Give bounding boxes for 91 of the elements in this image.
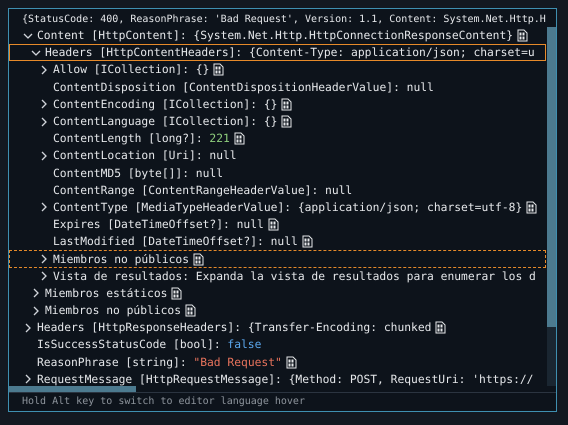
property-name: Miembros estáticos: [45, 286, 168, 300]
property-value: false: [227, 338, 262, 352]
binary-document-icon[interactable]: [281, 98, 292, 111]
horizontal-scrollbar-thumb[interactable]: [9, 386, 136, 392]
chevron-icon[interactable]: [23, 322, 33, 333]
property-value: null: [325, 184, 352, 197]
chevron-icon[interactable]: [39, 64, 49, 75]
chevron-icon[interactable]: [31, 288, 41, 298]
tree-row[interactable]: RequestMessage [HttpRequestMessage]: {Method: POST, RequestUri: 'https://: [9, 370, 546, 386]
binary-document-icon[interactable]: [435, 321, 446, 334]
property-name: ContentRange [ContentRangeHeaderValue]:: [53, 184, 318, 197]
tree-row[interactable]: Miembros estáticos: [9, 284, 546, 302]
tree-row[interactable]: ContentType [MediaTypeHeaderValue]: {application/json; charset=utf-8}: [9, 198, 546, 216]
chevron-icon[interactable]: [31, 306, 41, 316]
tree-row[interactable]: Miembros no públicos: [9, 250, 546, 268]
property-name: RequestMessage [HttpRequestMessage]:: [37, 372, 282, 386]
property-name: ContentEncoding [ICollection]:: [53, 98, 258, 111]
property-name: ContentLength [long?]:: [53, 132, 203, 146]
property-name: ContentDisposition [ContentDispositionHeaderValue]:: [53, 80, 400, 94]
property-value: null: [406, 80, 434, 94]
tree-row[interactable]: ContentLanguage [ICollection]: {}: [9, 112, 546, 130]
chevron-icon[interactable]: [23, 30, 33, 41]
chevron-icon[interactable]: [39, 150, 49, 161]
binary-document-icon[interactable]: [213, 63, 224, 76]
tree-row[interactable]: ContentMD5 [byte[]]: null: [9, 164, 546, 182]
property-name: Miembros no públicos: [53, 252, 190, 266]
scrollbar-thumb[interactable]: [547, 27, 556, 327]
binary-document-icon[interactable]: [302, 235, 313, 248]
property-name: Headers [HttpResponseHeaders]:: [37, 321, 242, 334]
binary-document-icon[interactable]: [171, 286, 182, 300]
binary-document-icon[interactable]: [193, 252, 204, 266]
binary-document-icon[interactable]: [286, 356, 297, 369]
tree-row[interactable]: Content [HttpContent]: {System.Net.Http.HttpConnectionResponseContent}: [9, 27, 546, 44]
tree-row[interactable]: Vista de resultados: Expanda la vista de resultados para enumerar los d: [9, 268, 546, 285]
property-name: Allow [ICollection]:: [53, 63, 190, 76]
property-value: "Bad Request": [193, 356, 282, 369]
tree-row[interactable]: Miembros no públicos: [9, 302, 546, 320]
vertical-scrollbar[interactable]: [547, 27, 556, 386]
summary-text: {StatusCode: 400, ReasonPhrase: 'Bad Request', Version: 1.1, Content: System.Net.Http.H: [21, 13, 547, 27]
property-value: {System.Net.Http.HttpConnectionResponseContent}: [193, 29, 514, 42]
chevron-icon[interactable]: [23, 374, 33, 384]
property-name: ContentType [MediaTypeHeaderValue]:: [53, 200, 292, 214]
property-value: {Method: POST, RequestUri: 'https://: [288, 372, 534, 386]
tree-row[interactable]: LastModified [DateTimeOffset?]: null: [9, 233, 546, 250]
property-value: null: [236, 218, 264, 232]
property-name: Vista de resultados:: [53, 270, 190, 283]
property-value: {}: [196, 63, 210, 76]
property-name: Headers [HttpContentHeaders]:: [45, 46, 242, 60]
property-name: Miembros no públicos: [45, 304, 182, 318]
tree-row[interactable]: ContentRange [ContentRangeHeaderValue]: null: [9, 182, 546, 199]
property-name: Expires [DateTimeOffset?]:: [53, 218, 230, 232]
chevron-icon[interactable]: [39, 254, 49, 264]
tree-row[interactable]: ContentLocation [Uri]: null: [9, 147, 546, 164]
binary-document-icon[interactable]: [517, 29, 528, 42]
chevron-icon[interactable]: [39, 271, 49, 282]
property-name: ReasonPhrase [string]:: [37, 356, 187, 369]
property-name: LastModified [DateTimeOffset?]:: [53, 235, 264, 248]
binary-document-icon[interactable]: [281, 115, 292, 128]
property-value: {}: [264, 98, 278, 111]
property-name: Content [HttpContent]:: [37, 29, 187, 42]
tree-row[interactable]: Headers [HttpResponseHeaders]: {Transfer-Encoding: chunked: [9, 319, 546, 336]
tree-row[interactable]: ContentDisposition [ContentDispositionHeaderValue]: null: [9, 78, 546, 96]
property-value: null: [196, 166, 224, 180]
hover-hint: Hold Alt key to switch to editor language hover: [9, 392, 556, 411]
chevron-icon[interactable]: [39, 99, 49, 110]
binary-document-icon[interactable]: [185, 304, 196, 318]
property-value: Expanda la vista de resultados para enumerar los d: [196, 270, 536, 283]
tree-row[interactable]: ContentEncoding [ICollection]: {}: [9, 96, 546, 113]
chevron-icon[interactable]: [39, 116, 49, 127]
property-value: null: [270, 235, 298, 248]
property-value: {Transfer-Encoding: chunked: [248, 321, 432, 334]
chevron-icon[interactable]: [31, 48, 41, 58]
property-name: ContentLocation [Uri]:: [53, 149, 203, 162]
binary-document-icon[interactable]: [268, 218, 279, 232]
property-name: IsSuccessStatusCode [bool]:: [37, 338, 221, 352]
property-value: {Content-Type: application/json; charset=u: [249, 46, 535, 60]
binary-document-icon[interactable]: [234, 132, 245, 146]
tree-row[interactable]: Headers [HttpContentHeaders]: {Content-Type: application/json; charset=u: [9, 44, 546, 62]
binary-document-icon[interactable]: [526, 200, 538, 214]
property-value: null: [209, 149, 237, 162]
tree-row[interactable]: IsSuccessStatusCode [bool]: false: [9, 336, 546, 354]
property-name: ContentMD5 [byte[]]:: [53, 166, 190, 180]
tree-row[interactable]: Expires [DateTimeOffset?]: null: [9, 216, 546, 234]
tree-row[interactable]: ContentLength [long?]: 221: [9, 130, 546, 148]
tree-row[interactable]: ReasonPhrase [string]: "Bad Request": [9, 354, 546, 371]
property-name: ContentLanguage [ICollection]:: [53, 115, 258, 128]
property-value: {}: [264, 115, 278, 128]
chevron-icon[interactable]: [39, 202, 49, 212]
tree-row[interactable]: Allow [ICollection]: {}: [9, 61, 546, 79]
property-value: {application/json; charset=utf-8}: [298, 200, 522, 214]
property-value: 221: [209, 132, 230, 146]
